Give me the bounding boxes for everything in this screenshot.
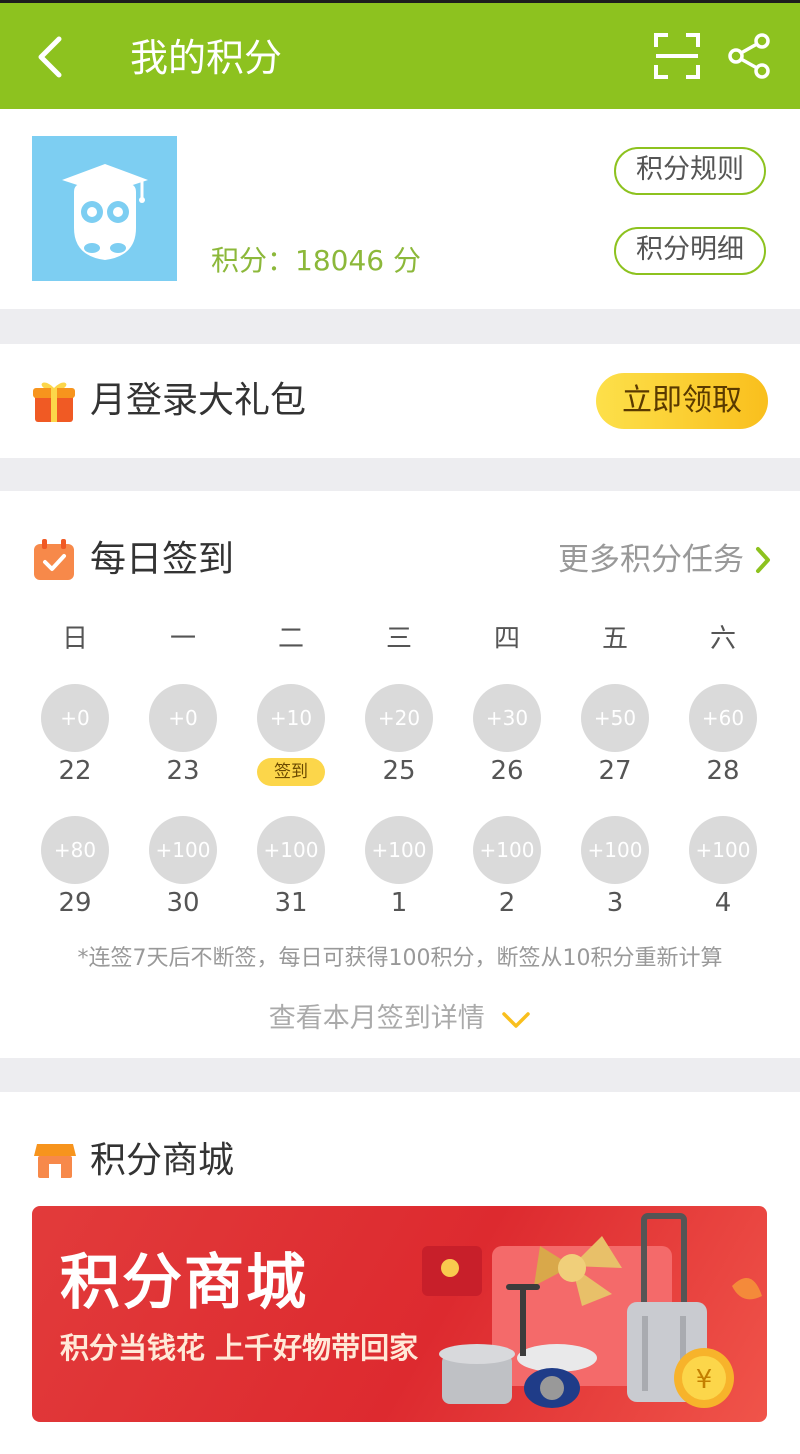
checkin-day-bonus[interactable]: +100 (149, 816, 217, 884)
checkin-day-bonus[interactable]: +50 (581, 684, 649, 752)
checkin-day-bonus[interactable]: +20 (365, 684, 433, 752)
shop-icon (34, 1140, 76, 1180)
checkin-day-bonus[interactable]: +100 (365, 816, 433, 884)
banner-subtitle: 积分当钱花 上千好物带回家 (60, 1331, 419, 1365)
top-bar: 我的积分 (0, 0, 800, 109)
points-details-button[interactable]: 积分明细 (614, 227, 766, 275)
checkin-day-bonus[interactable]: +0 (41, 684, 109, 752)
chevron-down-icon (502, 1011, 531, 1028)
weekday-label: 日 (61, 624, 88, 654)
scan-icon (654, 33, 700, 79)
checkin-day-number: 22 (58, 756, 92, 786)
claim-now-button[interactable]: 立即领取 (596, 373, 768, 429)
checkin-day-number: 2 (498, 888, 516, 918)
page-title: 我的积分 (130, 36, 283, 80)
daily-checkin-card: 每日签到 更多积分任务 日一二三四五六 +0 22 +0 23 +10 签到 +20 25 +30… (0, 491, 800, 1058)
banner-products-illustration: ¥ (422, 1213, 762, 1408)
checkin-day-number: 29 (58, 888, 92, 918)
checkin-day-number: 4 (714, 888, 732, 918)
signed-in-badge: 签到 (257, 758, 325, 786)
checkin-day-bonus[interactable]: +60 (689, 684, 757, 752)
checkin-day-bonus[interactable]: +0 (149, 684, 217, 752)
share-icon (728, 33, 770, 79)
weekday-label: 二 (277, 624, 304, 654)
chevron-right-icon (756, 547, 770, 573)
checkin-day-number: 26 (490, 756, 524, 786)
scan-button[interactable] (652, 31, 702, 81)
checkin-day-number: 27 (598, 756, 632, 786)
checkin-day-bonus[interactable]: +100 (689, 816, 757, 884)
checkin-day-number: 25 (382, 756, 416, 786)
checkin-title: 每日签到 (90, 539, 235, 580)
points-mall-title: 积分商城 (90, 1140, 235, 1181)
checkin-day-bonus[interactable]: +10 (257, 684, 325, 752)
monthly-gift-title: 月登录大礼包 (90, 380, 307, 421)
checkin-day-number: 31 (274, 888, 308, 918)
weekday-label: 三 (385, 624, 412, 654)
checkin-day-number: 23 (166, 756, 200, 786)
banner-title: 积分商城 (60, 1248, 308, 1318)
checkin-day-bonus[interactable]: +100 (473, 816, 541, 884)
back-button[interactable] (28, 33, 72, 81)
checkin-day-number: 3 (606, 888, 624, 918)
checkin-day-number: 30 (166, 888, 200, 918)
owl-avatar-graphic (62, 164, 148, 260)
owl-avatar (32, 136, 177, 281)
more-tasks-link[interactable]: 更多积分任务 (558, 535, 772, 585)
back-arrow-icon (38, 36, 62, 78)
checkin-day-bonus[interactable]: +100 (581, 816, 649, 884)
points-rules-button[interactable]: 积分规则 (614, 147, 766, 195)
more-tasks-label: 更多积分任务 (558, 542, 744, 578)
checkin-day-number: 1 (390, 888, 408, 918)
monthly-checkin-details-link[interactable]: 查看本月签到详情 (0, 999, 800, 1039)
checkin-day-bonus[interactable]: +30 (473, 684, 541, 752)
weekday-label: 四 (493, 624, 520, 654)
weekday-label: 五 (601, 624, 628, 654)
checkin-day-number: 28 (706, 756, 740, 786)
monthly-gift-card: 月登录大礼包 立即领取 (0, 344, 800, 458)
points-mall-banner[interactable]: 积分商城 积分当钱花 上千好物带回家 ¥ (32, 1206, 767, 1422)
gift-box-icon (32, 376, 76, 424)
monthly-checkin-details-label: 查看本月签到详情 (268, 1003, 485, 1034)
weekday-label: 六 (709, 624, 736, 654)
checkin-day-bonus[interactable]: +100 (257, 816, 325, 884)
checkin-note: *连签7天后不断签，每日可获得100积分，断签从10积分重新计算 (77, 946, 723, 971)
points-mall-card: 积分商城 积分商城 积分当钱花 上千好物带回家 ¥ (0, 1092, 800, 1454)
calendar-check-icon (32, 538, 76, 582)
weekday-label: 一 (169, 624, 196, 654)
profile-panel: 积分：18046 分 积分规则 积分明细 (0, 109, 800, 309)
share-button[interactable] (726, 31, 774, 81)
points-balance: 积分：18046 分 (211, 244, 421, 277)
svg-text:¥: ¥ (696, 1365, 713, 1395)
checkin-day-bonus[interactable]: +80 (41, 816, 109, 884)
